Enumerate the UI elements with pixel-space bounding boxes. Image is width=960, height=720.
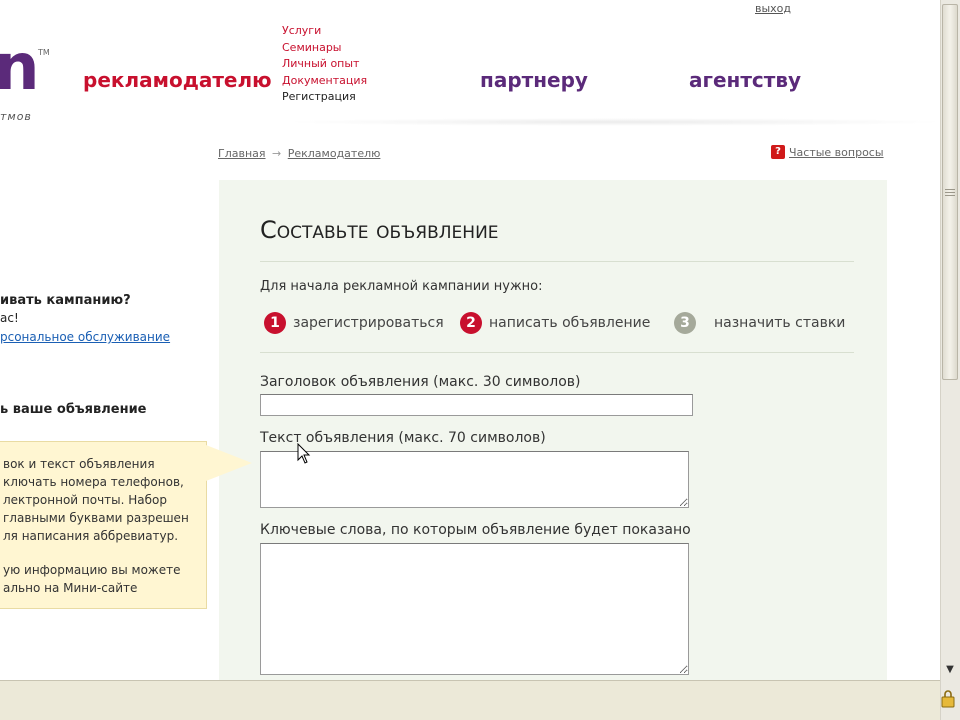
ad-title-input[interactable]: [260, 394, 693, 416]
page-title: Составьте объявление: [260, 216, 499, 244]
step-write-ad[interactable]: 2 написать объявление: [460, 312, 650, 334]
submenu-seminars[interactable]: Семинары: [282, 40, 367, 57]
hint-tooltip-arrow: [206, 445, 252, 481]
sidebar-answer: ас!: [0, 311, 19, 325]
hint-line: ально на Мини-сайте: [3, 581, 138, 595]
breadcrumb: Главная → Рекламодателю: [218, 147, 380, 160]
header-divider: [280, 118, 950, 126]
hint-line: лектронной почты. Набор: [3, 493, 168, 507]
step-label: зарегистрироваться: [293, 315, 444, 331]
logo[interactable]: n: [0, 38, 48, 98]
step-set-bids: 3 назначить ставки: [674, 312, 845, 334]
keywords-label: Ключевые слова, по которым объявление бу…: [260, 522, 691, 538]
sidebar-question: ивать кампанию?: [0, 293, 131, 308]
step-label: написать объявление: [489, 315, 651, 331]
submenu-services[interactable]: Услуги: [282, 23, 367, 40]
hint-line: ля написания аббревиатур.: [3, 529, 179, 543]
hint-line: главными буквами разрешен: [3, 511, 189, 525]
step-label: назначить ставки: [714, 315, 846, 331]
hint-tooltip: вок и текст объявления ключать номера те…: [0, 441, 207, 609]
personal-service-link[interactable]: рсональное обслуживание: [0, 330, 170, 344]
keywords-input[interactable]: [260, 543, 689, 675]
hint-line: ключать номера телефонов,: [3, 475, 184, 489]
sidebar-heading: ь ваше объявление: [0, 402, 147, 417]
nav-advertiser[interactable]: рекламодателю: [83, 68, 272, 92]
step-number-1-icon: 1: [264, 312, 286, 334]
browser-status-bar: [0, 680, 960, 720]
step-number-2-icon: 2: [460, 312, 482, 334]
divider: [260, 261, 854, 262]
step-register[interactable]: 1 зарегистрироваться: [264, 312, 444, 334]
nav-agency[interactable]: агентству: [689, 68, 801, 92]
nav-partner[interactable]: партнеру: [480, 68, 588, 92]
divider: [260, 352, 854, 353]
submenu-registration[interactable]: Регистрация: [282, 89, 367, 106]
faq-label[interactable]: Частые вопросы: [789, 146, 884, 159]
mouse-cursor-icon: [297, 443, 311, 464]
submenu-experience[interactable]: Личный опыт: [282, 56, 367, 73]
scroll-down-arrow-icon[interactable]: ▼: [940, 662, 960, 678]
logout-link[interactable]: выход: [755, 2, 791, 15]
faq-link[interactable]: ? Частые вопросы: [771, 145, 884, 159]
logo-tagline: тмов: [0, 110, 32, 123]
breadcrumb-separator: →: [272, 147, 282, 160]
submenu-documentation[interactable]: Документация: [282, 73, 367, 90]
question-icon: ?: [771, 145, 785, 159]
breadcrumb-advertiser[interactable]: Рекламодателю: [288, 147, 381, 160]
campaign-intro: Для начала рекламной кампании нужно:: [260, 279, 543, 294]
lock-icon: [941, 690, 955, 708]
ad-title-label: Заголовок объявления (макс. 30 символов): [260, 374, 581, 390]
breadcrumb-home[interactable]: Главная: [218, 147, 266, 160]
hint-line: ую информацию вы можете: [3, 563, 181, 577]
logo-trademark: TM: [38, 48, 50, 57]
ad-text-input[interactable]: [260, 451, 689, 508]
hint-line: вок и текст объявления: [3, 457, 155, 471]
scrollbar-grip-icon: [945, 188, 955, 196]
step-number-3-icon: 3: [674, 312, 696, 334]
advertiser-submenu: Услуги Семинары Личный опыт Документация…: [282, 23, 367, 106]
